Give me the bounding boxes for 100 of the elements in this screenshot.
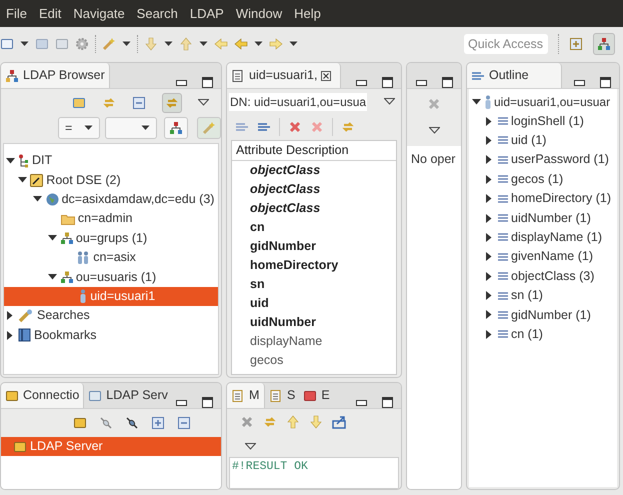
expand-arrow-icon[interactable] — [486, 194, 492, 204]
tree-item[interactable]: sn (1) — [469, 286, 617, 306]
browser-icon[interactable] — [5, 68, 19, 82]
disconnect-icon[interactable] — [99, 416, 113, 430]
collapse-all-icon[interactable] — [177, 416, 191, 430]
tree-item[interactable]: dc=asixdamdaw,dc=edu (3) — [4, 190, 218, 210]
connection-item[interactable]: LDAP Server — [1, 437, 221, 456]
tree-item[interactable]: gidNumber (1) — [469, 305, 617, 325]
quick-access-field[interactable]: Quick Access — [464, 34, 548, 54]
tree-item[interactable]: cn=asix — [4, 248, 218, 268]
minimize-button[interactable] — [356, 80, 367, 86]
menu-item[interactable]: Help — [288, 4, 327, 24]
expand-arrow-icon[interactable] — [486, 272, 492, 281]
view-menu-icon[interactable] — [198, 99, 209, 106]
tree-item[interactable]: uid (1) — [469, 130, 617, 150]
expand-arrow-icon[interactable] — [7, 311, 13, 320]
tree-item[interactable]: cn (1) — [469, 324, 617, 344]
tree-item[interactable]: ou=grups (1) — [4, 228, 218, 248]
hierarchy-icon — [18, 154, 29, 168]
view-menu-icon[interactable] — [384, 98, 395, 105]
view-tab[interactable]: uid=usuari1, — [227, 63, 341, 88]
maximize-button[interactable] — [202, 77, 213, 88]
view-tab[interactable]: LDAP Serv — [84, 383, 172, 408]
menu-item[interactable]: Edit — [32, 4, 68, 24]
dropdown-caret-icon[interactable] — [122, 40, 131, 46]
tree-item[interactable]: userPassword (1) — [469, 150, 617, 170]
open-perspective-icon[interactable] — [569, 36, 583, 50]
tree-item[interactable]: givenName (1) — [469, 247, 617, 267]
tree-item[interactable]: gecos (1) — [469, 170, 617, 189]
hierarchy-icon[interactable] — [169, 121, 184, 135]
new-value-icon[interactable] — [257, 120, 271, 134]
collapse-arrow-icon[interactable] — [48, 274, 58, 280]
menu-item[interactable]: LDAP — [184, 4, 230, 24]
log-icon[interactable] — [231, 388, 245, 402]
delete-icon[interactable] — [288, 120, 302, 134]
view-tab[interactable]: Outline — [467, 63, 562, 88]
view-menu-icon[interactable] — [428, 126, 440, 134]
tree-item[interactable]: displayName (1) — [469, 228, 617, 248]
dropdown-caret-icon[interactable] — [140, 125, 150, 131]
expand-arrow-icon[interactable] — [486, 174, 492, 184]
collapse-all-icon[interactable] — [132, 96, 146, 110]
hierarchy-icon[interactable] — [597, 36, 611, 50]
dropdown-caret-icon[interactable] — [289, 40, 298, 46]
expand-arrow-icon[interactable] — [486, 252, 492, 262]
collapse-arrow-icon[interactable] — [48, 235, 58, 242]
menu-item[interactable]: Search — [130, 4, 184, 24]
collapse-arrow-icon[interactable] — [472, 98, 480, 105]
view-tab[interactable]: M — [227, 383, 265, 408]
view-tab[interactable]: S — [265, 383, 300, 408]
operator-dropdown[interactable]: = — [58, 117, 100, 139]
minimize-button[interactable] — [356, 400, 367, 406]
collapse-arrow-icon[interactable] — [33, 196, 42, 202]
maximize-button[interactable] — [382, 397, 393, 408]
menu-item[interactable]: File — [0, 4, 33, 24]
view-tab[interactable]: Connectio — [1, 383, 84, 408]
maximize-button[interactable] — [382, 77, 393, 88]
tree-item[interactable]: objectClass (3) — [469, 266, 617, 286]
tree-item[interactable]: Root DSE (2) — [4, 170, 218, 190]
tree-item[interactable]: cn=admin — [4, 209, 218, 229]
minimize-button[interactable] — [176, 400, 187, 406]
dropdown-caret-icon[interactable] — [164, 40, 173, 46]
tree-item[interactable]: uidNumber (1) — [469, 208, 617, 228]
view-menu-icon[interactable] — [245, 442, 256, 450]
tree-item[interactable]: ou=usuaris (1) — [4, 267, 218, 287]
tree-item[interactable]: uid=usuari1,ou=usuar — [469, 92, 617, 112]
maximize-button[interactable] — [600, 77, 611, 88]
document-icon[interactable] — [231, 68, 245, 82]
collapse-arrow-icon[interactable] — [18, 177, 27, 184]
view-tab[interactable]: LDAP Browser — [1, 63, 110, 88]
close-icon[interactable] — [321, 70, 332, 80]
dropdown-caret-icon[interactable] — [199, 40, 208, 46]
view-tab[interactable]: E — [299, 383, 334, 408]
tree-item[interactable]: DIT — [4, 151, 218, 170]
tree-item[interactable]: Bookmarks — [4, 326, 218, 345]
dropdown-caret-icon[interactable] — [20, 40, 29, 46]
dropdown-caret-icon[interactable] — [84, 125, 92, 131]
expand-arrow-icon[interactable] — [486, 330, 492, 339]
expand-arrow-icon[interactable] — [486, 155, 492, 164]
maximize-button[interactable] — [202, 397, 213, 408]
minimize-button[interactable] — [176, 80, 187, 86]
log-icon[interactable] — [269, 388, 283, 402]
menu-item[interactable]: Navigate — [67, 4, 131, 24]
perspective-button[interactable] — [593, 32, 615, 54]
export-icon[interactable] — [332, 415, 346, 429]
minimize-button[interactable] — [416, 80, 427, 86]
tree-item[interactable]: loginShell (1) — [469, 111, 617, 131]
maximize-button[interactable] — [442, 77, 453, 88]
tree-item[interactable]: homeDirectory (1) — [469, 188, 617, 208]
minimize-button[interactable] — [574, 80, 585, 86]
menu-item[interactable]: Window — [230, 4, 288, 24]
expand-arrow-icon[interactable] — [7, 330, 13, 340]
collapse-arrow-icon[interactable] — [6, 158, 14, 164]
hierarchy-button[interactable] — [164, 117, 188, 139]
tree-item[interactable]: uid=usuari1 — [4, 286, 218, 306]
back-arrow-icon[interactable] — [234, 36, 248, 50]
expand-all-icon[interactable] — [151, 416, 165, 430]
dn-field[interactable]: DN: uid=usuari1,ou=usua — [229, 92, 368, 110]
tree-item[interactable]: Searches — [4, 306, 218, 326]
connect-icon[interactable] — [125, 416, 139, 430]
dropdown-caret-icon[interactable] — [254, 40, 263, 46]
